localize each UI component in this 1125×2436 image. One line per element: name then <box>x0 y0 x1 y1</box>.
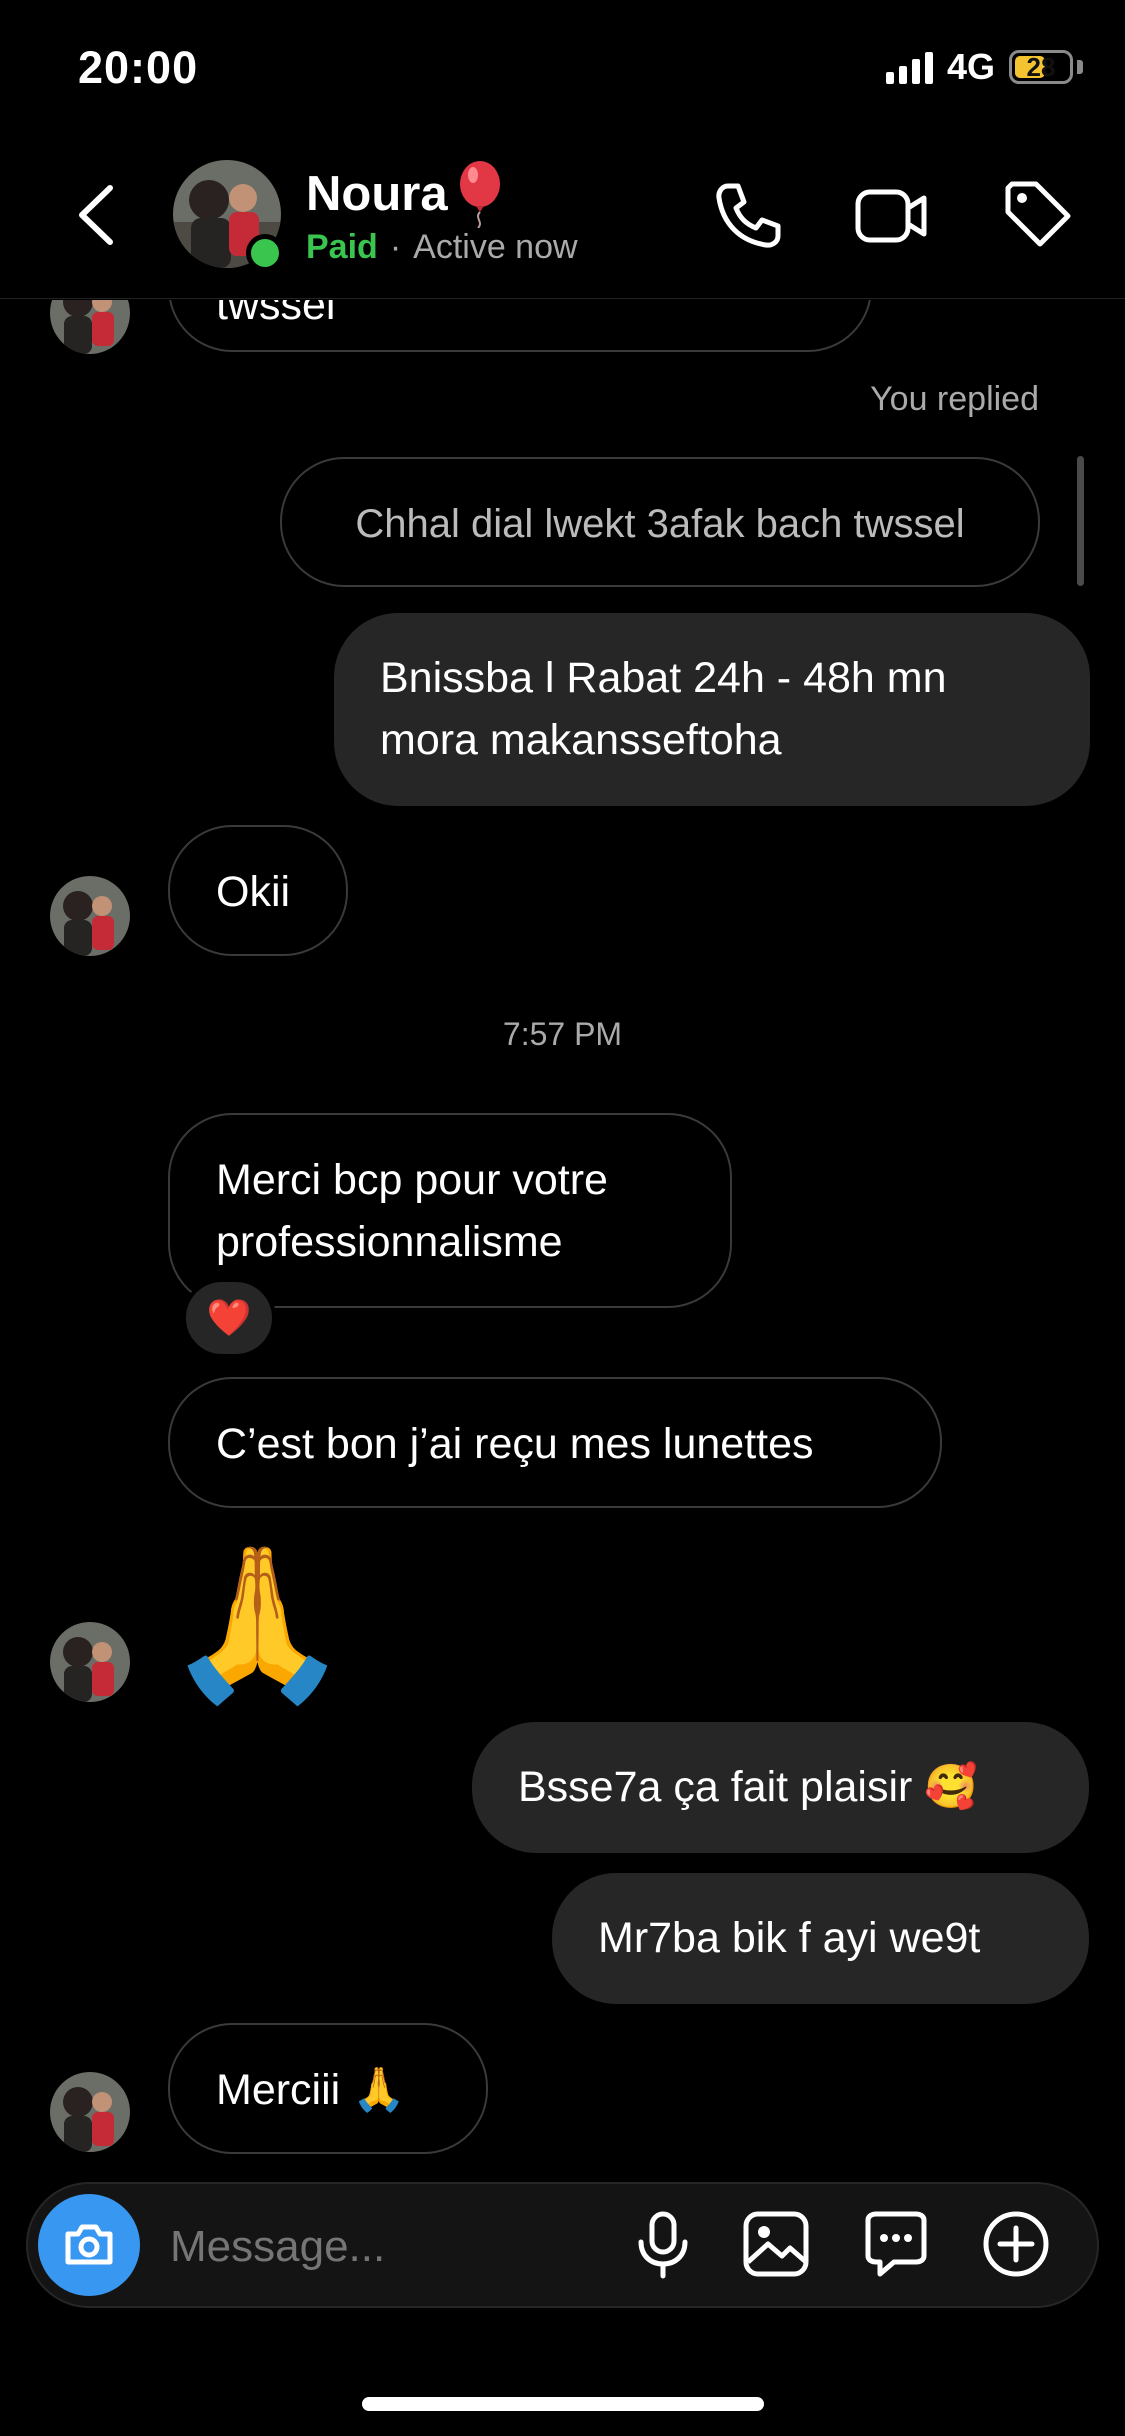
incoming-message-bubble[interactable]: Merciii 🙏 <box>168 2023 488 2154</box>
outgoing-message-bubble[interactable]: Bnissba l Rabat 24h - 48h mn mora makans… <box>334 613 1090 806</box>
heart-icon[interactable]: ❤️ <box>182 1278 276 1358</box>
avatar <box>50 1622 130 1702</box>
signal-icon <box>885 50 933 84</box>
contact-name[interactable]: Noura <box>306 166 448 222</box>
microphone-icon[interactable] <box>627 2208 699 2280</box>
sticker-icon[interactable] <box>860 2208 932 2280</box>
online-status-dot <box>246 234 284 272</box>
phone-icon[interactable] <box>710 178 786 254</box>
separator: · <box>389 228 402 266</box>
message-text: Merciii <box>216 2066 341 2114</box>
incoming-message-bubble[interactable]: C’est bon j’ai reçu mes lunettes <box>168 1377 942 1508</box>
battery-level: 28 <box>1026 51 1056 82</box>
incoming-message-bubble[interactable]: Okii <box>168 825 348 956</box>
camera-icon <box>65 2224 113 2265</box>
status-indicators: 4G 28 <box>885 46 1083 88</box>
chat-header <box>0 150 1125 299</box>
message-text: Bsse7a ça fait plaisir <box>518 1763 913 1811</box>
network-type: 4G <box>946 46 995 87</box>
video-icon[interactable] <box>854 178 930 254</box>
pray-emoji[interactable]: 🙏 <box>164 1538 351 1708</box>
paid-label: Paid <box>306 228 378 266</box>
incoming-message-bubble[interactable]: Merci bcp pour votre professionnalisme <box>168 1113 732 1308</box>
gallery-icon[interactable] <box>740 2208 812 2280</box>
replied-message-preview[interactable]: Chhal dial lwekt 3afak bach twssel <box>280 457 1040 587</box>
outgoing-message-bubble[interactable]: Mr7ba bik f ayi we9t <box>552 1873 1089 2004</box>
timestamp-divider: 7:57 PM <box>502 1016 623 1052</box>
tag-icon[interactable] <box>1000 178 1076 254</box>
avatar <box>50 2072 130 2152</box>
pray-emoji: 🙏 <box>352 2066 406 2114</box>
battery-cap <box>1077 60 1083 74</box>
battery-icon: 28 <box>1009 50 1073 84</box>
balloon-icon <box>460 161 500 228</box>
scrollbar[interactable] <box>1077 456 1084 586</box>
you-replied-label: You replied <box>870 380 1039 418</box>
home-indicator[interactable] <box>362 2397 764 2411</box>
camera-button[interactable] <box>38 2194 140 2296</box>
reaction-emoji: ❤️ <box>206 1297 252 1338</box>
presence-status: Active now <box>413 228 578 266</box>
back-chevron-icon[interactable] <box>72 180 122 250</box>
smiling-hearts-emoji: 🥰 <box>924 1763 978 1811</box>
plus-icon[interactable] <box>980 2208 1052 2280</box>
contact-subline: Paid · Active now <box>306 228 578 267</box>
status-time: 20:00 <box>78 42 199 93</box>
outgoing-message-bubble[interactable]: Bsse7a ça fait plaisir 🥰 <box>472 1722 1089 1853</box>
avatar <box>50 876 130 956</box>
message-input[interactable] <box>168 2210 592 2284</box>
